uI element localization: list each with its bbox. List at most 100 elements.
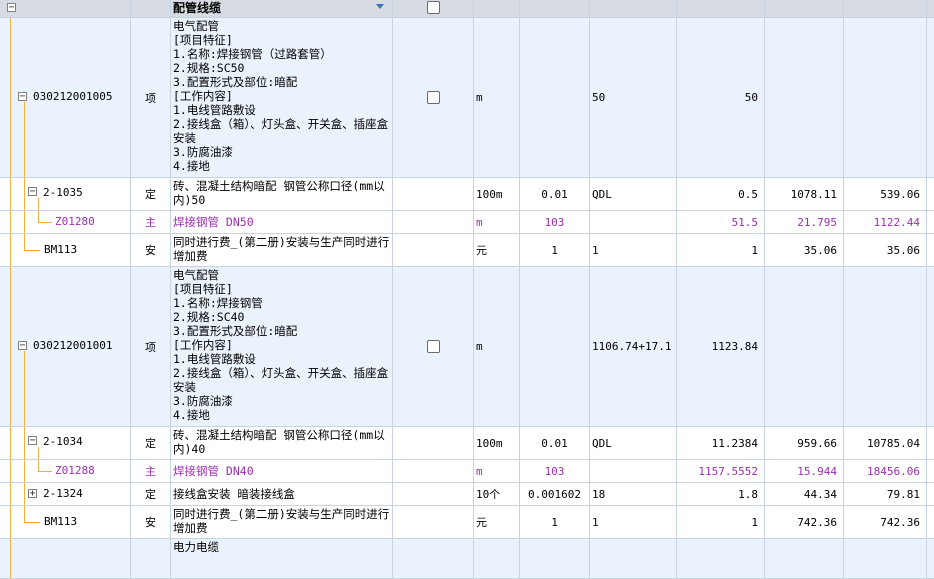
type-cell: 定 — [131, 178, 171, 210]
description-cell[interactable]: 焊接钢管 DN50 — [171, 211, 393, 233]
quantity-cell[interactable]: 1.8 — [677, 483, 765, 505]
description-cell[interactable]: 接线盒安装 暗装接线盒 — [171, 483, 393, 505]
price-cell[interactable]: 742.36 — [765, 506, 844, 538]
content-cell[interactable]: 103 — [520, 460, 590, 482]
collapse-all-toggle-icon[interactable]: − — [7, 3, 16, 13]
header-checkbox[interactable] — [426, 1, 440, 14]
row-checkbox[interactable] — [426, 340, 440, 353]
unit-cell[interactable]: m — [474, 211, 520, 233]
expression-cell[interactable]: 1 — [590, 234, 677, 266]
collapse-toggle-icon[interactable]: − — [18, 92, 27, 102]
quantity-cell[interactable] — [677, 539, 765, 578]
price-cell[interactable]: 35.06 — [765, 234, 844, 266]
expression-cell[interactable]: QDL — [590, 427, 677, 459]
price-cell[interactable]: 21.795 — [765, 211, 844, 233]
expression-cell[interactable]: 18 — [590, 483, 677, 505]
total-cell[interactable]: 10785.04 — [844, 427, 927, 459]
total-cell[interactable]: 18456.06 — [844, 460, 927, 482]
bill-item-row[interactable]: − 030212001005 项 电气配管 [项目特征] 1.名称:焊接钢管（过… — [0, 18, 934, 178]
code-cell: + 2-1324 — [0, 483, 131, 505]
expression-cell[interactable]: 1 — [590, 506, 677, 538]
expression-cell[interactable]: 50 — [590, 18, 677, 177]
price-cell[interactable]: 44.34 — [765, 483, 844, 505]
quantity-cell[interactable]: 51.5 — [677, 211, 765, 233]
content-cell[interactable]: 103 — [520, 211, 590, 233]
row-checkbox[interactable] — [426, 91, 440, 104]
content-cell[interactable] — [520, 539, 590, 578]
collapse-toggle-icon[interactable]: − — [28, 187, 37, 197]
description-cell[interactable]: 砖、混凝土结构暗配 钢管公称口径(mm以内)40 — [171, 427, 393, 459]
unit-cell[interactable]: 元 — [474, 506, 520, 538]
description-cell[interactable]: 电气配管 [项目特征] 1.名称:焊接钢管（过路套管） 2.规格:SC50 3.… — [171, 18, 393, 177]
expand-toggle-icon[interactable]: + — [28, 489, 37, 499]
type-cell: 主 — [131, 211, 171, 233]
quantity-cell[interactable]: 1 — [677, 506, 765, 538]
total-cell[interactable]: 742.36 — [844, 506, 927, 538]
total-cell[interactable] — [844, 267, 927, 426]
fee-row[interactable]: BM113 安 同时进行费_(第二册)安装与生产同时进行增加费 元 1 1 1 … — [0, 234, 934, 267]
collapse-toggle-icon[interactable]: − — [28, 436, 37, 446]
total-cell[interactable]: 539.06 — [844, 178, 927, 210]
content-cell[interactable]: 1 — [520, 234, 590, 266]
unit-cell[interactable]: 100m — [474, 427, 520, 459]
unit-cell[interactable] — [474, 539, 520, 578]
total-cell[interactable]: 35.06 — [844, 234, 927, 266]
expression-cell[interactable]: QDL — [590, 178, 677, 210]
quantity-cell[interactable]: 0.5 — [677, 178, 765, 210]
quota-row[interactable]: + 2-1324 定 接线盒安装 暗装接线盒 10个 0.001602 18 1… — [0, 483, 934, 506]
total-cell[interactable] — [844, 18, 927, 177]
content-cell[interactable] — [520, 267, 590, 426]
description-cell[interactable]: 电气配管 [项目特征] 1.名称:焊接钢管 2.规格:SC40 3.配置形式及部… — [171, 267, 393, 426]
quantity-cell[interactable]: 1 — [677, 234, 765, 266]
content-cell[interactable]: 0.01 — [520, 178, 590, 210]
price-cell[interactable]: 1078.11 — [765, 178, 844, 210]
material-row[interactable]: Z01280 主 焊接钢管 DN50 m 103 51.5 21.795 112… — [0, 211, 934, 234]
quota-row[interactable]: − 2-1034 定 砖、混凝土结构暗配 钢管公称口径(mm以内)40 100m… — [0, 427, 934, 460]
unit-cell[interactable]: 元 — [474, 234, 520, 266]
expression-cell[interactable]: 1106.74+17.1 — [590, 267, 677, 426]
quantity-cell[interactable]: 50 — [677, 18, 765, 177]
unit-cell[interactable]: 100m — [474, 178, 520, 210]
unit-cell[interactable]: 10个 — [474, 483, 520, 505]
unit-cell[interactable]: m — [474, 460, 520, 482]
price-cell[interactable]: 959.66 — [765, 427, 844, 459]
unit-cell[interactable]: m — [474, 18, 520, 177]
content-cell[interactable]: 1 — [520, 506, 590, 538]
description-cell[interactable]: 焊接钢管 DN40 — [171, 460, 393, 482]
material-row[interactable]: Z01288 主 焊接钢管 DN40 m 103 1157.5552 15.94… — [0, 460, 934, 483]
total-cell[interactable]: 79.81 — [844, 483, 927, 505]
description-cell[interactable]: 同时进行费_(第二册)安装与生产同时进行增加费 — [171, 506, 393, 538]
expression-cell[interactable] — [590, 460, 677, 482]
description-cell[interactable]: 同时进行费_(第二册)安装与生产同时进行增加费 — [171, 234, 393, 266]
expression-cell[interactable] — [590, 539, 677, 578]
description-cell[interactable]: 砖、混凝土结构暗配 钢管公称口径(mm以内)50 — [171, 178, 393, 210]
fee-row[interactable]: BM113 安 同时进行费_(第二册)安装与生产同时进行增加费 元 1 1 1 … — [0, 506, 934, 539]
type-cell: 项 — [131, 18, 171, 177]
item-code: 030212001005 — [33, 90, 113, 103]
bill-item-row[interactable]: − 030212001001 项 电气配管 [项目特征] 1.名称:焊接钢管 2… — [0, 267, 934, 427]
price-cell[interactable]: 15.944 — [765, 460, 844, 482]
group-header-row[interactable]: − 配管线缆 — [0, 0, 934, 18]
price-cell[interactable] — [765, 267, 844, 426]
quantity-cell[interactable]: 1123.84 — [677, 267, 765, 426]
quota-row[interactable]: − 2-1035 定 砖、混凝土结构暗配 钢管公称口径(mm以内)50 100m… — [0, 178, 934, 211]
quantity-cell[interactable]: 11.2384 — [677, 427, 765, 459]
quantity-cell[interactable]: 1157.5552 — [677, 460, 765, 482]
check-cell — [393, 211, 474, 233]
header-cell-name[interactable]: 配管线缆 — [171, 0, 393, 17]
unit-cell[interactable]: m — [474, 267, 520, 426]
filter-dropdown-icon[interactable] — [376, 4, 384, 9]
description-cell[interactable]: 电力电缆 — [171, 539, 393, 578]
spacer-cell — [927, 483, 934, 505]
content-cell[interactable]: 0.001602 — [520, 483, 590, 505]
total-cell[interactable]: 1122.44 — [844, 211, 927, 233]
price-cell[interactable] — [765, 18, 844, 177]
bill-item-row[interactable]: 电力电缆 — [0, 539, 934, 579]
content-cell[interactable] — [520, 18, 590, 177]
price-cell[interactable] — [765, 539, 844, 578]
total-cell[interactable] — [844, 539, 927, 578]
content-cell[interactable]: 0.01 — [520, 427, 590, 459]
expression-cell[interactable] — [590, 211, 677, 233]
collapse-toggle-icon[interactable]: − — [18, 341, 27, 351]
type-cell: 定 — [131, 483, 171, 505]
